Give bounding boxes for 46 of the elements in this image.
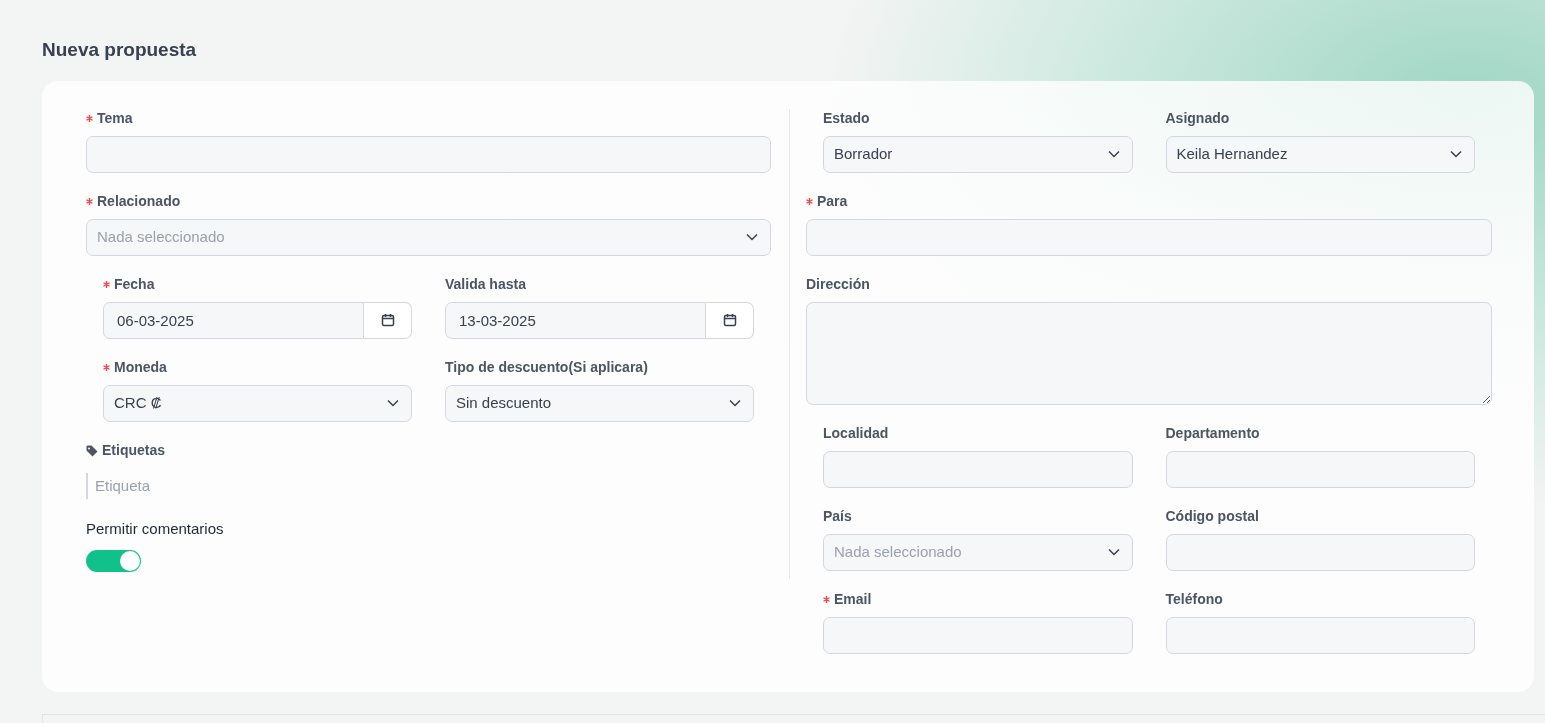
- text-input[interactable]: [86, 135, 771, 173]
- tag-icon: [86, 444, 98, 457]
- select-dropdown[interactable]: Borrador: [823, 135, 1133, 173]
- address-textarea[interactable]: [806, 301, 1492, 405]
- field-label: Tipo de descuento(Si aplicara): [445, 358, 648, 377]
- field-label: Fecha: [114, 275, 155, 294]
- toggle-switch[interactable]: [86, 550, 141, 572]
- select-dropdown[interactable]: Keila Hernandez: [1165, 135, 1475, 173]
- field-label: Relacionado: [97, 192, 181, 211]
- page-title: Nueva propuesta: [42, 38, 198, 62]
- tag-input[interactable]: Etiqueta: [86, 472, 771, 499]
- chevron-down-icon: [1107, 548, 1120, 556]
- chevron-down-icon: [746, 233, 758, 241]
- text-input[interactable]: [1165, 616, 1475, 654]
- toggle-label: Permitir comentarios: [86, 518, 225, 539]
- chevron-down-icon: [1107, 150, 1120, 158]
- field-label: Dirección: [806, 275, 870, 294]
- field-label: Valida hasta: [445, 275, 526, 294]
- chevron-down-icon: [1450, 150, 1462, 158]
- text-input[interactable]: [806, 218, 1492, 256]
- text-input[interactable]: [823, 450, 1133, 488]
- field-label: Para: [817, 192, 848, 211]
- field-label: Tema: [97, 109, 133, 128]
- field-label: Estado: [823, 109, 870, 128]
- field-label: Email: [834, 590, 872, 609]
- chevron-down-icon: [729, 399, 741, 407]
- field-label: País: [823, 507, 852, 526]
- field-label: Teléfono: [1165, 590, 1223, 609]
- chevron-down-icon: [387, 399, 399, 407]
- text-input[interactable]: [823, 616, 1133, 654]
- tags-label: Etiquetas: [102, 441, 165, 460]
- calendar-icon: [380, 313, 395, 327]
- field-label: Código postal: [1165, 507, 1259, 526]
- date-input[interactable]: 06-03-2025: [103, 301, 364, 339]
- calendar-button[interactable]: [706, 301, 754, 339]
- text-input[interactable]: [1165, 533, 1475, 571]
- select-dropdown[interactable]: CRC ₡: [103, 384, 412, 422]
- field-label: Asignado: [1165, 109, 1230, 128]
- calendar-button[interactable]: [364, 301, 412, 339]
- field-label: Localidad: [823, 424, 889, 443]
- date-input[interactable]: 13-03-2025: [445, 301, 706, 339]
- field-label: Moneda: [114, 358, 167, 377]
- calendar-icon: [722, 313, 737, 327]
- text-input[interactable]: [1165, 450, 1475, 488]
- field-label: Departamento: [1165, 424, 1260, 443]
- select-dropdown[interactable]: Sin descuento: [445, 384, 754, 422]
